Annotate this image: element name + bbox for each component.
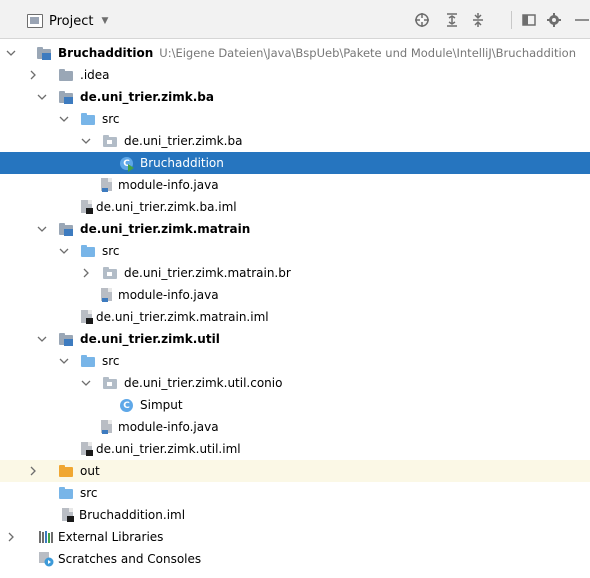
runnable-class-icon: C	[118, 155, 134, 172]
folder-icon	[58, 67, 74, 83]
tree-item-out[interactable]: out	[0, 460, 590, 482]
tree-item-label: de.uni_trier.zimk.matrain.br	[124, 266, 291, 280]
class-icon: C	[118, 397, 134, 413]
collapse-all-icon[interactable]	[469, 11, 487, 29]
chevron-right-icon[interactable]	[81, 268, 91, 278]
project-tree: Bruchaddition U:\Eigene Dateien\Java\BspU…	[0, 39, 590, 578]
chevron-right-icon[interactable]	[28, 70, 38, 80]
chevron-down-icon[interactable]	[81, 136, 91, 146]
layout-window-icon[interactable]	[520, 11, 538, 29]
module-folder-icon	[36, 45, 52, 61]
module-info-file-icon	[99, 419, 115, 435]
tree-item-label: module-info.java	[118, 178, 219, 192]
source-folder-icon	[80, 353, 96, 369]
tree-item-package[interactable]: de.uni_trier.zimk.util.conio	[0, 372, 590, 394]
module-folder-icon	[58, 89, 74, 105]
tree-item-iml[interactable]: Bruchaddition.iml	[0, 504, 590, 526]
tree-item-idea[interactable]: .idea	[0, 64, 590, 86]
tree-item-label: de.uni_trier.zimk.ba	[80, 90, 214, 104]
locate-target-icon[interactable]	[413, 11, 431, 29]
module-info-file-icon	[99, 177, 115, 193]
iml-file-icon	[79, 199, 95, 215]
tree-item-src[interactable]: src	[0, 108, 590, 130]
tree-item-label: .idea	[80, 68, 110, 82]
tree-item-module-info[interactable]: module-info.java	[0, 416, 590, 438]
tree-item-package[interactable]: de.uni_trier.zimk.ba	[0, 130, 590, 152]
chevron-down-icon[interactable]	[59, 356, 69, 366]
module-info-file-icon	[99, 287, 115, 303]
tree-item-label: de.uni_trier.zimk.util.conio	[124, 376, 283, 390]
libraries-icon	[38, 529, 54, 545]
tree-item-module-info[interactable]: module-info.java	[0, 284, 590, 306]
tree-item-label: out	[80, 464, 100, 478]
tree-item-label: External Libraries	[58, 530, 164, 544]
chevron-down-icon[interactable]	[37, 92, 47, 102]
source-folder-icon	[58, 485, 74, 501]
hide-minus-icon[interactable]	[572, 11, 590, 29]
tree-item-class-simput[interactable]: C Simput	[0, 394, 590, 416]
project-path: U:\Eigene Dateien\Java\BspUeb\Pakete und…	[159, 46, 577, 60]
gear-icon[interactable]	[545, 11, 563, 29]
source-folder-icon	[80, 111, 96, 127]
tree-item-label: module-info.java	[118, 288, 219, 302]
excluded-folder-icon	[58, 463, 74, 479]
package-icon	[102, 133, 118, 149]
tree-item-iml[interactable]: de.uni_trier.zimk.ba.iml	[0, 196, 590, 218]
chevron-down-icon: ▼	[101, 16, 109, 26]
tree-item-module-info[interactable]: module-info.java	[0, 174, 590, 196]
expand-all-icon[interactable]	[443, 11, 461, 29]
package-icon	[102, 375, 118, 391]
chevron-right-icon[interactable]	[6, 532, 16, 542]
tree-item-label: module-info.java	[118, 420, 219, 434]
tree-item-src[interactable]: src	[0, 240, 590, 262]
tree-item-label: Bruchaddition	[140, 156, 224, 170]
tree-item-label: Bruchaddition.iml	[79, 508, 186, 522]
tree-item-label: de.uni_trier.zimk.matrain	[80, 222, 251, 236]
tree-item-label: de.uni_trier.zimk.ba.iml	[96, 200, 237, 214]
tree-item-label: src	[102, 112, 120, 126]
project-window-icon	[27, 14, 43, 28]
tree-item-src[interactable]: src	[0, 350, 590, 372]
tree-item-label: de.uni_trier.zimk.util.iml	[96, 442, 241, 456]
tree-item-project-root[interactable]: Bruchaddition U:\Eigene Dateien\Java\BspU…	[0, 42, 590, 64]
project-toolbar: Project ▼	[0, 0, 590, 39]
tree-item-label: Simput	[140, 398, 183, 412]
package-icon	[102, 265, 118, 281]
toolbar-separator	[511, 11, 512, 29]
tree-item-label: src	[102, 244, 120, 258]
tree-item-class-bruchaddition[interactable]: C Bruchaddition	[0, 152, 590, 174]
tree-item-label: Bruchaddition U:\Eigene Dateien\Java\BspU…	[58, 46, 577, 60]
tree-item-label: Scratches and Consoles	[58, 552, 202, 566]
chevron-down-icon[interactable]	[81, 378, 91, 388]
tree-item-iml[interactable]: de.uni_trier.zimk.matrain.iml	[0, 306, 590, 328]
iml-file-icon	[79, 309, 95, 325]
chevron-down-icon[interactable]	[37, 334, 47, 344]
iml-file-icon	[79, 441, 95, 457]
iml-file-icon	[60, 507, 76, 523]
chevron-down-icon[interactable]	[59, 114, 69, 124]
tree-item-iml[interactable]: de.uni_trier.zimk.util.iml	[0, 438, 590, 460]
tree-item-label: src	[80, 486, 98, 500]
tree-item-label: de.uni_trier.zimk.matrain.iml	[96, 310, 269, 324]
tree-item-label: de.uni_trier.zimk.util	[80, 332, 220, 346]
tree-item-src[interactable]: src	[0, 482, 590, 504]
tree-item-label: src	[102, 354, 120, 368]
module-folder-icon	[58, 331, 74, 347]
tree-item-module-matrain[interactable]: de.uni_trier.zimk.matrain	[0, 218, 590, 240]
source-folder-icon	[80, 243, 96, 259]
tree-item-external-libraries[interactable]: External Libraries	[0, 526, 590, 548]
tree-item-scratches[interactable]: Scratches and Consoles	[0, 548, 590, 570]
module-folder-icon	[58, 221, 74, 237]
tree-item-module-util[interactable]: de.uni_trier.zimk.util	[0, 328, 590, 350]
chevron-down-icon[interactable]	[59, 246, 69, 256]
project-view-selector[interactable]: Project ▼	[27, 13, 108, 29]
tree-item-label: de.uni_trier.zimk.ba	[124, 134, 243, 148]
scratches-icon	[38, 551, 54, 567]
chevron-right-icon[interactable]	[28, 466, 38, 476]
tree-item-package[interactable]: de.uni_trier.zimk.matrain.br	[0, 262, 590, 284]
chevron-down-icon[interactable]	[37, 224, 47, 234]
chevron-down-icon[interactable]	[6, 48, 16, 58]
tree-item-module-ba[interactable]: de.uni_trier.zimk.ba	[0, 86, 590, 108]
project-view-title: Project	[49, 13, 94, 29]
